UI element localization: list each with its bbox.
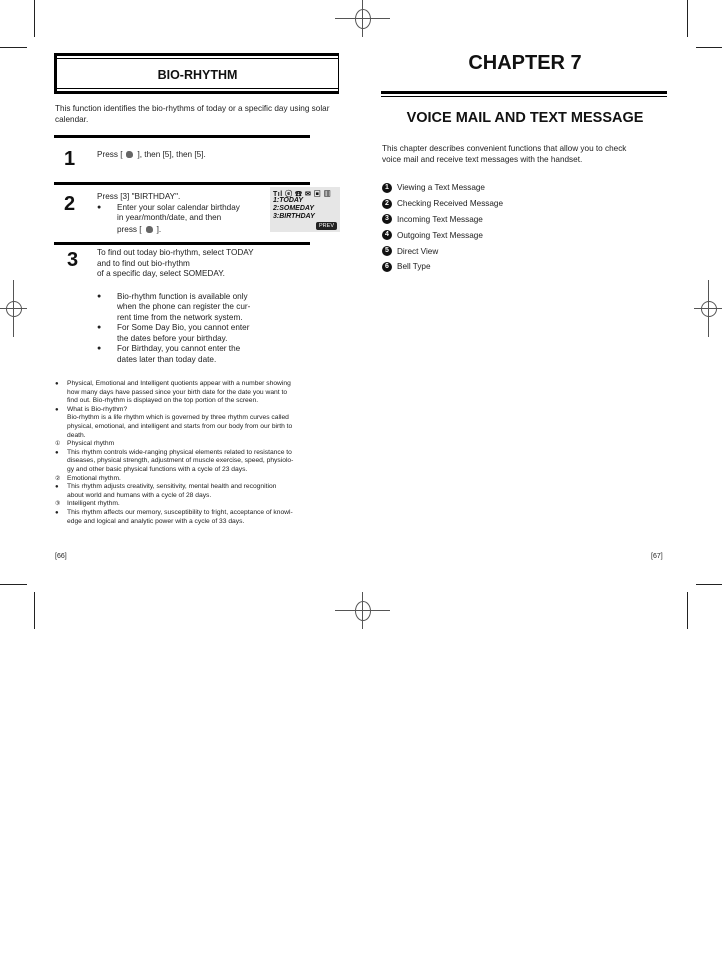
note-line: how many days have passed since your bir… (67, 388, 288, 396)
phone-screen: Tıl ⓔ ☎ ✉ ▣ ▥ 1:TODAY 2:SOMEDAY 3:BIRTHD… (270, 187, 340, 232)
note-item: ● This rhythm affects our memory, suscept… (55, 509, 345, 526)
note-line: Intelligent rhythm. (67, 500, 120, 508)
note-marker: ● (55, 406, 59, 413)
note-line: death. (67, 431, 86, 439)
toc-item-label: Bell Type (397, 262, 431, 272)
page-number: [66] (55, 553, 67, 560)
numbered-circle-icon: 2 (382, 198, 392, 209)
divider (54, 135, 310, 138)
section-title: BIO-RHYTHM (157, 68, 238, 82)
section-title-box: BIO-RHYTHM (54, 53, 339, 94)
crop-mark (0, 47, 27, 48)
bullet-item: For Birthday, you cannot enter the dates… (97, 344, 287, 365)
intro-text: This function identifies the bio-rhythms… (55, 104, 330, 124)
note-line: gy and other basic physical functions wi… (67, 465, 248, 473)
screen-menu-item: 2:SOMEDAY (273, 205, 315, 212)
toc-item[interactable]: 5 Direct View (382, 243, 503, 259)
note-marker: ① (55, 441, 61, 448)
toc-item-label: Direct View (397, 246, 439, 256)
chapter-title: VOICE MAIL AND TEXT MESSAGE (406, 110, 644, 126)
page-number: [67] (651, 553, 663, 560)
toc-item[interactable]: 2 Checking Received Message (382, 196, 503, 212)
note-line: edge and logical and analytic power with… (67, 517, 245, 525)
step-1-text: Press [], then [5], then [5]. (97, 150, 206, 159)
crop-mark (34, 592, 35, 629)
note-line: find out. Bio-rhythm is displayed on the… (67, 397, 259, 405)
note-item: ● Physical, Emotional and Intelligent quo… (55, 380, 345, 406)
step-number: 2 (64, 193, 76, 215)
note-marker: ③ (55, 501, 61, 508)
registration-mark-icon (335, 0, 390, 37)
note-marker: ● (55, 484, 59, 491)
bullet-item: Enter your solar calendar birthday in ye… (97, 203, 267, 236)
prev-softkey: PREV (316, 222, 337, 230)
crop-mark (696, 47, 722, 48)
bullet-item: Bio-rhythm function is available only wh… (97, 292, 287, 324)
note-line: Physical rhythm (67, 440, 115, 448)
note-item: ● This rhythm adjusts creativity, sensiti… (55, 483, 345, 500)
crop-mark (34, 0, 35, 37)
note-item: ● This rhythm controls wide-ranging physi… (55, 449, 345, 475)
step-number: 3 (67, 249, 79, 271)
screen-menu-item: 1:TODAY (273, 197, 304, 204)
crop-mark (696, 584, 722, 585)
note-line: This rhythm controls wide-ranging physic… (67, 448, 292, 456)
toc-item-label: Incoming Text Message (397, 214, 483, 224)
toc-item[interactable]: 4 Outgoing Text Message (382, 227, 503, 243)
note-item: ① Physical rhythm (55, 440, 345, 449)
chapter-heading: CHAPTER 7 (468, 52, 582, 74)
notes-section: ● Physical, Emotional and Intelligent quo… (55, 380, 345, 526)
note-line: This rhythm affects our memory, suscepti… (67, 508, 293, 516)
toc-item-label: Checking Received Message (397, 199, 504, 209)
note-line: This rhythm adjusts creativity, sensitiv… (67, 483, 277, 491)
toc-item-label: Outgoing Text Message (397, 230, 483, 240)
numbered-circle-icon: 4 (382, 230, 392, 241)
numbered-circle-icon: 5 (382, 246, 392, 257)
chapter-intro: This chapter describes convenient functi… (382, 144, 627, 164)
numbered-circle-icon: 1 (382, 182, 392, 193)
registration-mark-icon (694, 280, 722, 337)
note-line: about world and humans with a cycle of 2… (67, 491, 212, 499)
note-item: ● What is Bio-rhythm? Bio-rhythm is a life… (55, 406, 345, 440)
note-line: What is Bio-rhythm? (67, 405, 128, 413)
divider (54, 242, 310, 245)
divider (381, 91, 667, 94)
note-line: Emotional rhythm. (67, 474, 121, 482)
toc-item[interactable]: 3 Incoming Text Message (382, 212, 503, 228)
crop-mark (0, 584, 27, 585)
note-line: Bio-rhythm is a life rhythm which is gov… (67, 414, 289, 422)
step-number: 1 (64, 148, 76, 170)
menu-key-icon (126, 151, 134, 158)
divider (381, 96, 667, 97)
crop-mark (687, 0, 688, 37)
note-line: Physical, Emotional and Intelligent quot… (67, 380, 291, 387)
step-3-text: To find out today bio-rhythm, select TOD… (97, 248, 287, 365)
note-marker: ● (55, 449, 59, 456)
crop-mark (687, 592, 688, 629)
step-2-text: Press [3] "BIRTHDAY". Enter your solar c… (97, 192, 267, 235)
note-marker: ● (55, 509, 59, 516)
note-line: physical, emotional, and intelligent and… (67, 422, 293, 430)
numbered-circle-icon: 6 (382, 261, 392, 272)
numbered-circle-icon: 3 (382, 214, 392, 225)
note-item: ② Emotional rhythm. (55, 475, 345, 484)
toc-item[interactable]: 1 Viewing a Text Message (382, 180, 503, 196)
note-marker: ② (55, 475, 61, 482)
divider (54, 182, 310, 185)
screen-menu-item: 3:BIRTHDAY (273, 213, 315, 220)
registration-mark-icon (0, 280, 27, 337)
toc-item[interactable]: 6 Bell Type (382, 259, 503, 275)
toc-item-label: Viewing a Text Message (397, 183, 485, 193)
note-line: diseases, physical strength, adjustment … (67, 457, 294, 465)
registration-mark-icon (335, 592, 390, 629)
chapter-contents: 1 Viewing a Text Message 2 Checking Receive… (382, 180, 503, 275)
bullet-item: For Some Day Bio, you cannot enter the d… (97, 323, 287, 344)
menu-key-icon (145, 225, 153, 233)
note-item: ③ Intelligent rhythm. (55, 500, 345, 509)
note-marker: ● (55, 381, 59, 387)
